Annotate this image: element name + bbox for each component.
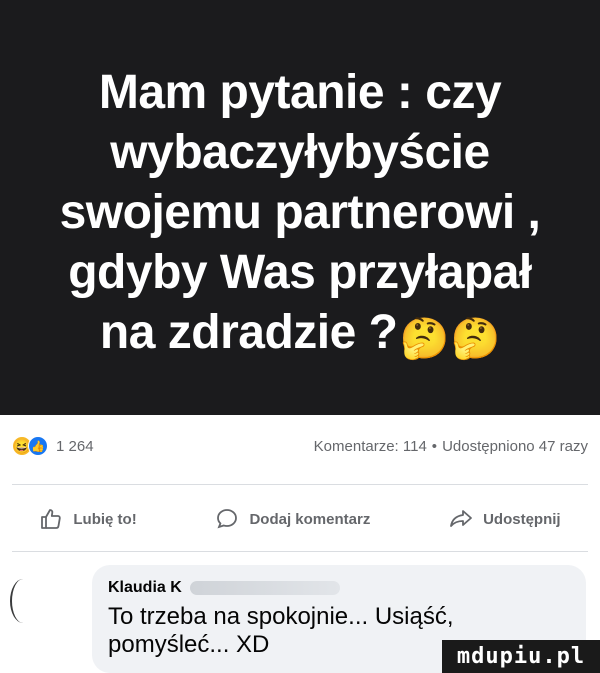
post-stats: 😆 👍 1 264 Komentarze: 114 • Udostępniono… xyxy=(0,428,600,464)
post-image[interactable]: Mam pytanie : czy wybaczyłybyście swojem… xyxy=(0,0,600,415)
like-icon: 👍 xyxy=(28,436,48,456)
post-line: Mam pytanie : czy xyxy=(98,65,502,119)
thumbs-up-icon xyxy=(41,509,62,529)
comment-button[interactable]: Dodaj komentarz xyxy=(215,507,370,531)
comment-share-stats: Komentarze: 114 • Udostępniono 47 razy xyxy=(314,438,588,455)
watermark-logo: mdupiu.pl xyxy=(442,640,600,673)
post-line: na zdradzie ? xyxy=(99,305,398,359)
like-label: Lubię to! xyxy=(73,510,137,528)
reaction-icons[interactable]: 😆 👍 xyxy=(12,436,48,456)
stats-separator: • xyxy=(431,437,438,455)
thinking-emoji-icon: 🤔 xyxy=(450,316,501,361)
post-line-last: na zdradzie ?🤔🤔 xyxy=(20,303,580,363)
divider xyxy=(12,551,588,552)
comment-label: Dodaj komentarz xyxy=(249,510,371,528)
share-count[interactable]: Udostępniono 47 razy xyxy=(442,438,588,455)
comment-bubble-icon xyxy=(217,509,238,529)
redacted-name-blur xyxy=(189,580,340,595)
comment-author-name: Klaudia K xyxy=(108,579,182,596)
share-button[interactable]: Udostępnij xyxy=(449,507,561,531)
like-button[interactable]: Lubię to! xyxy=(39,507,137,531)
post-line: wybaczyłybyście xyxy=(110,125,490,179)
reaction-count[interactable]: 1 264 xyxy=(56,438,94,455)
comment-count[interactable]: Komentarze: 114 xyxy=(314,438,427,455)
post-line: gdyby Was przyłapał xyxy=(68,245,532,299)
share-label: Udostępnij xyxy=(483,510,561,528)
comment-author[interactable]: Klaudia K xyxy=(108,579,570,597)
post-image-text: Mam pytanie : czy wybaczyłybyście swojem… xyxy=(20,63,580,363)
post-line: swojemu partnerowi , xyxy=(59,185,541,239)
thinking-emoji-icon: 🤔 xyxy=(399,316,449,361)
divider xyxy=(12,484,588,485)
post-actions: Lubię to! Dodaj komentarz Udostępnij xyxy=(0,497,600,541)
share-arrow-icon xyxy=(450,510,472,527)
comment-line: To trzeba na spokojnie... Usiąść, xyxy=(108,603,454,630)
avatar[interactable] xyxy=(10,579,36,623)
